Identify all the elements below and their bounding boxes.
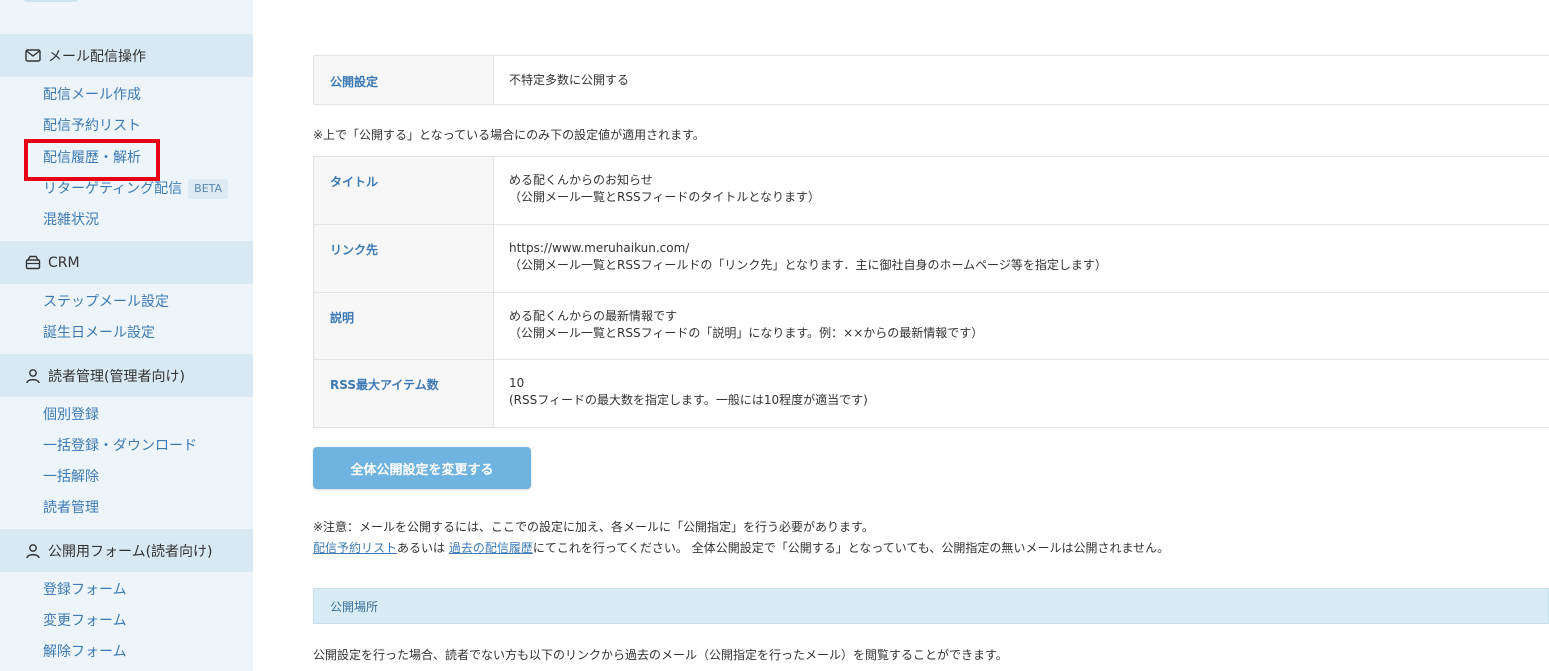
sidebar-item-create-mail[interactable]: 配信メール作成 — [43, 84, 141, 106]
sidebar-item-label: リターゲティング配信 — [43, 181, 183, 197]
sidebar-item-bulk-unsubscribe[interactable]: 一括解除 — [43, 466, 99, 488]
row-value: 10 (RSSフィードの最大数を指定します。一般には10程度が適当です) — [494, 360, 1549, 427]
caution-line: ※注意：メールを公開するには、ここでの設定に加え、各メールに「公開指定」を行う必… — [313, 520, 874, 534]
table-row: リンク先 https://www.meruhaikun.com/ （公開メール一… — [314, 225, 1549, 293]
row-label: 説明 — [314, 293, 494, 359]
user-icon — [24, 542, 41, 559]
main-content: 公開設定 不特定多数に公開する ※上で「公開する」となっている場合にのみ下の設定… — [313, 0, 1549, 671]
rss-max-hint: (RSSフィードの最大数を指定します。一般には10程度が適当です) — [509, 393, 868, 407]
sidebar-section-mail[interactable]: メール配信操作 — [0, 34, 253, 77]
schedule-list-link[interactable]: 配信予約リスト — [313, 541, 397, 555]
description-value: める配くんからの最新情報です — [509, 309, 678, 323]
sidebar-item-reader-management[interactable]: 読者管理 — [43, 497, 99, 519]
link-hint: （公開メール一覧とRSSフィールドの「リンク先」となります．主に御社自身のホーム… — [509, 258, 1107, 272]
sidebar-section-public-forms[interactable]: 公開用フォーム(読者向け) — [0, 529, 253, 572]
row-label: リンク先 — [314, 225, 494, 292]
caution-mid-text: あるいは — [397, 541, 449, 555]
row-label: タイトル — [314, 157, 494, 224]
row-value: https://www.meruhaikun.com/ （公開メール一覧とRSS… — [494, 225, 1549, 292]
crm-icon — [24, 254, 41, 271]
table-row: タイトル める配くんからのお知らせ （公開メール一覧とRSSフィードのタイトルと… — [314, 157, 1549, 225]
user-icon — [24, 367, 41, 384]
sidebar-item-schedule-list[interactable]: 配信予約リスト — [43, 115, 141, 137]
sidebar-item-unsubscribe-form[interactable]: 解除フォーム — [43, 641, 127, 663]
sidebar-section-label: CRM — [48, 254, 80, 271]
row-value: める配くんからの最新情報です （公開メール一覧とRSSフィードの「説明」になりま… — [494, 293, 1549, 359]
sidebar-item-register-form[interactable]: 登録フォーム — [43, 579, 127, 601]
mail-icon — [24, 47, 41, 64]
title-value: める配くんからのお知らせ — [509, 173, 653, 187]
sidebar-item-individual-register[interactable]: 個別登録 — [43, 404, 99, 426]
sidebar-section-reader-admin[interactable]: 読者管理(管理者向け) — [0, 354, 253, 397]
publish-setting-table: 公開設定 不特定多数に公開する — [313, 55, 1549, 105]
rss-max-value: 10 — [509, 376, 525, 390]
beta-badge: BETA — [188, 179, 229, 199]
table-row: 説明 める配くんからの最新情報です （公開メール一覧とRSSフィードの「説明」に… — [314, 293, 1549, 360]
sidebar-section-label: 公開用フォーム(読者向け) — [48, 543, 213, 560]
settings-table: タイトル める配くんからのお知らせ （公開メール一覧とRSSフィードのタイトルと… — [313, 156, 1549, 428]
sidebar-item-retargeting[interactable]: リターゲティング配信 BETA — [43, 178, 229, 200]
title-hint: （公開メール一覧とRSSフィードのタイトルとなります） — [509, 190, 820, 204]
row-value: める配くんからのお知らせ （公開メール一覧とRSSフィードのタイトルとなります） — [494, 157, 1549, 224]
table-row: 公開設定 不特定多数に公開する — [314, 56, 1549, 105]
section-header-publish-location: 公開場所 — [313, 588, 1549, 624]
highlight-box — [24, 139, 160, 181]
change-publish-settings-button[interactable]: 全体公開設定を変更する — [313, 447, 531, 489]
publish-location-text: 公開設定を行った場合、読者でない方も以下のリンクから過去のメール（公開指定を行っ… — [313, 648, 1008, 662]
sidebar-section-crm[interactable]: CRM — [0, 241, 253, 284]
sidebar-item-bulk-register[interactable]: 一括登録・ダウンロード — [43, 435, 197, 457]
row-label: 公開設定 — [314, 56, 494, 104]
link-value: https://www.meruhaikun.com/ — [509, 241, 690, 255]
sidebar: メール配信操作 配信メール作成 配信予約リスト 配信履歴・解析 リターゲティング… — [0, 0, 253, 671]
sidebar-item-change-form[interactable]: 変更フォーム — [43, 610, 127, 632]
row-label: RSS最大アイテム数 — [314, 360, 494, 427]
caution-rest-text: にてこれを行ってください。 全体公開設定で「公開する」となっていても、公開指定の… — [532, 541, 1170, 555]
table-row: RSS最大アイテム数 10 (RSSフィードの最大数を指定します。一般には10程… — [314, 360, 1549, 428]
publish-setting-value: 不特定多数に公開する — [494, 56, 1549, 104]
sidebar-section-label: メール配信操作 — [48, 48, 146, 65]
sidebar-section-label: 読者管理(管理者向け) — [48, 368, 185, 385]
applies-note: ※上で「公開する」となっている場合にのみ下の設定値が適用されます。 — [313, 128, 705, 142]
sidebar-item-birthday-mail[interactable]: 誕生日メール設定 — [43, 322, 155, 344]
sidebar-top-button-fragment[interactable] — [22, 0, 80, 2]
caution-links-line: 配信予約リストあるいは 過去の配信履歴にてこれを行ってください。 全体公開設定で… — [313, 539, 1169, 556]
description-hint: （公開メール一覧とRSSフィードの「説明」になります。例：××からの最新情報です… — [509, 326, 984, 340]
app-root: メール配信操作 配信メール作成 配信予約リスト 配信履歴・解析 リターゲティング… — [0, 0, 1549, 671]
sidebar-item-step-mail[interactable]: ステップメール設定 — [43, 291, 169, 313]
sidebar-item-congestion[interactable]: 混雑状況 — [43, 209, 99, 231]
past-history-link[interactable]: 過去の配信履歴 — [449, 541, 533, 555]
